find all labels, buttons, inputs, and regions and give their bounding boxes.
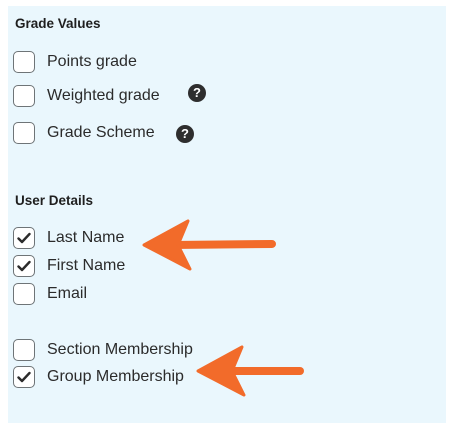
weighted-grade-option[interactable]: Weighted grade — [13, 84, 160, 108]
checkmark-icon — [17, 232, 31, 244]
points-grade-checkbox[interactable] — [13, 51, 35, 73]
grade-scheme-checkbox[interactable] — [13, 122, 35, 144]
section-membership-checkbox[interactable] — [13, 339, 35, 361]
email-option[interactable]: Email — [13, 282, 87, 306]
weighted-grade-label: Weighted grade — [47, 87, 160, 104]
points-grade-label: Points grade — [47, 53, 137, 70]
checkmark-icon — [17, 371, 31, 383]
section-membership-option[interactable]: Section Membership — [13, 338, 193, 362]
user-details-heading: User Details — [15, 193, 94, 208]
points-grade-option[interactable]: Points grade — [13, 50, 137, 74]
last-name-checkbox[interactable] — [13, 227, 35, 249]
checkmark-icon — [17, 260, 31, 272]
group-membership-label: Group Membership — [47, 368, 184, 385]
grade-values-heading: Grade Values — [15, 16, 101, 31]
first-name-option[interactable]: First Name — [13, 254, 125, 278]
weighted-grade-checkbox[interactable] — [13, 85, 35, 107]
group-membership-checkbox[interactable] — [13, 366, 35, 388]
section-membership-label: Section Membership — [47, 341, 193, 358]
group-membership-option[interactable]: Group Membership — [13, 365, 184, 389]
email-label: Email — [47, 285, 88, 302]
grade-scheme-option[interactable]: Grade Scheme — [13, 121, 155, 145]
question-circle-icon[interactable]: ? — [176, 125, 194, 143]
last-name-label: Last Name — [47, 229, 125, 246]
question-circle-icon[interactable]: ? — [188, 84, 206, 102]
export-options-panel: Grade Values Points grade Weighted grade… — [8, 6, 446, 423]
first-name-checkbox[interactable] — [13, 255, 35, 277]
first-name-label: First Name — [47, 257, 126, 274]
last-name-option[interactable]: Last Name — [13, 226, 124, 250]
email-checkbox[interactable] — [13, 283, 35, 305]
grade-scheme-label: Grade Scheme — [47, 124, 155, 141]
